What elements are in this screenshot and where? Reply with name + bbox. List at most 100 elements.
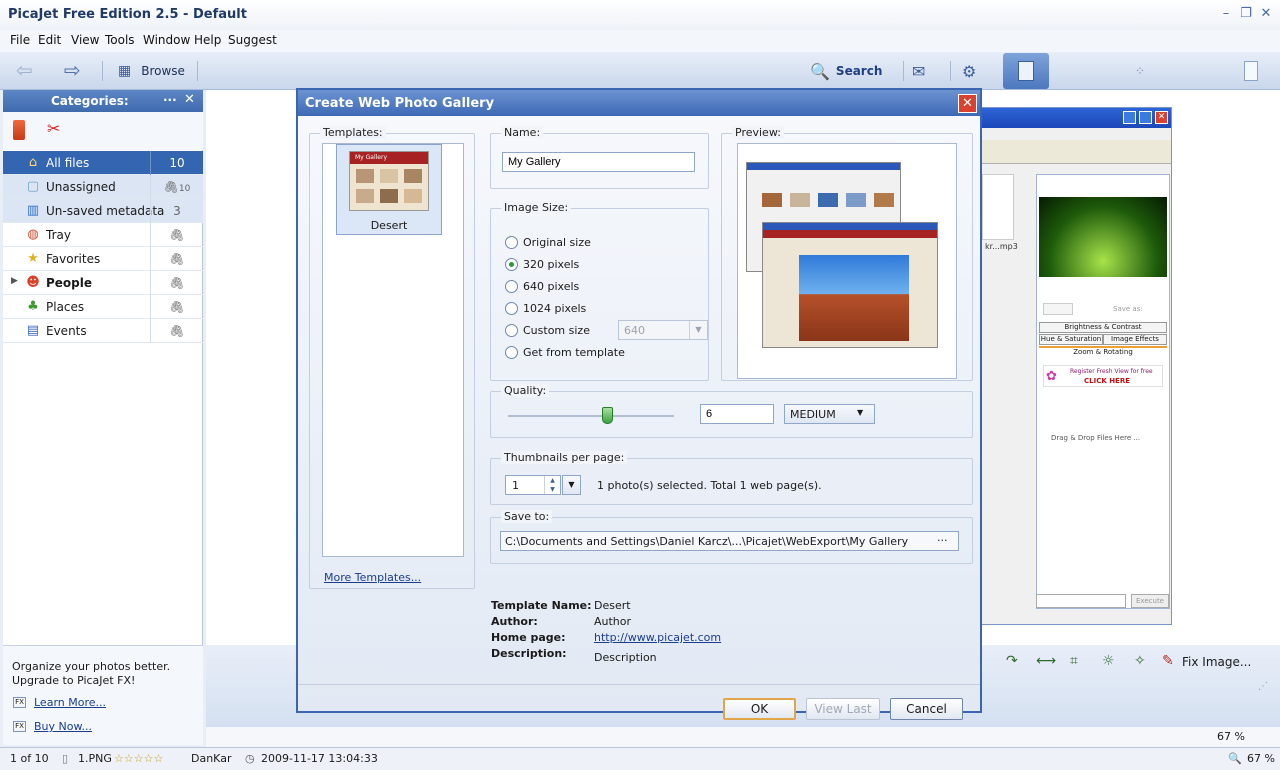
size-original-radio[interactable]: Original size <box>505 234 591 250</box>
size-640-radio[interactable]: 640 pixels <box>505 278 579 294</box>
toolbar-separator <box>950 61 951 81</box>
dialog-body: Templates: My Gallery Desert More Templa <box>298 116 980 720</box>
gallery-name-input[interactable] <box>502 152 695 172</box>
toolbar-separator <box>102 61 103 81</box>
close-panel-icon[interactable]: ✕ <box>184 92 195 107</box>
search-label: Search <box>835 64 883 78</box>
thumbnails-dropdown-button[interactable]: ▼ <box>562 475 581 495</box>
search-button[interactable]: 🔍 Search <box>810 60 882 82</box>
quality-slider-track[interactable] <box>508 407 674 424</box>
preview-window-front <box>762 222 938 348</box>
view-last-button[interactable]: View Last <box>806 698 880 720</box>
sun-icon[interactable]: ☼ <box>1102 653 1115 669</box>
category-places[interactable]: ♣ Places 🖇 <box>3 295 203 319</box>
custom-size-value: 640 <box>624 324 645 337</box>
quality-value-input[interactable] <box>700 404 774 424</box>
panel-toggle-icon[interactable] <box>1244 61 1258 81</box>
status-zoom: 67 % <box>1247 752 1275 765</box>
menu-suggest[interactable]: Suggest <box>228 33 277 47</box>
rating-stars[interactable]: ☆☆☆☆☆ <box>114 752 163 765</box>
crop-icon[interactable]: ⌗ <box>1070 653 1078 669</box>
homepage-link[interactable]: http://www.picajet.com <box>594 631 721 644</box>
cancel-button[interactable]: Cancel <box>890 698 963 720</box>
film-reel-icon[interactable]: ⚙ <box>962 60 976 82</box>
brush-icon[interactable]: ✎ <box>1162 653 1174 669</box>
category-all-files[interactable]: ⌂ All files 10 <box>3 151 203 175</box>
magic-wand-icon[interactable]: ✧ <box>1134 653 1146 669</box>
email-icon[interactable]: ✉ <box>912 60 925 82</box>
forward-arrow-icon[interactable]: ⇨ <box>64 60 81 80</box>
menu-help[interactable]: Help <box>194 33 221 47</box>
quality-level-dropdown[interactable]: MEDIUM ▼ <box>784 404 875 424</box>
preview-image <box>737 143 957 379</box>
fx-icon: FX <box>13 697 26 708</box>
minimize-icon[interactable]: – <box>1218 6 1234 22</box>
browse-label: Browse <box>141 64 185 78</box>
category-unsaved-metadata[interactable]: ▥ Un-saved metadata 3 <box>3 199 203 223</box>
bg-close-icon: ✕ <box>1155 111 1168 124</box>
save-to-path-field[interactable]: C:\Documents and Settings\Daniel Karcz\.… <box>500 531 959 551</box>
template-item-desert[interactable]: My Gallery Desert <box>336 144 442 235</box>
category-favorites[interactable]: ★ Favorites 🖇 <box>3 247 203 271</box>
view-mode-active-button[interactable] <box>1003 53 1049 89</box>
bg-effects-tab: Image Effects <box>1103 334 1167 345</box>
bars-icon: ▥ <box>26 203 40 218</box>
rotate-icon[interactable]: ↷ <box>1006 653 1018 669</box>
menu-edit[interactable]: Edit <box>38 33 61 47</box>
buy-now-link[interactable]: Buy Now... <box>34 720 92 733</box>
ok-button[interactable]: OK <box>723 698 796 720</box>
menu-file[interactable]: File <box>10 33 30 47</box>
app-title-bar: PicaJet Free Edition 2.5 - Default – ❐ ✕ <box>0 0 1280 30</box>
expand-arrow-icon[interactable]: ▶ <box>11 276 18 286</box>
new-category-icon[interactable] <box>13 120 25 140</box>
resize-grip-icon[interactable]: ⋰ <box>1258 681 1268 692</box>
spinner-arrows-icon[interactable]: ▲ ▼ <box>544 476 560 494</box>
category-label: Unassigned <box>46 180 116 194</box>
learn-more-link[interactable]: Learn More... <box>34 696 106 709</box>
more-options-icon[interactable]: ··· <box>163 93 177 107</box>
browse-folder-button[interactable]: ··· <box>937 534 948 547</box>
delete-scissors-icon[interactable]: ✂ <box>47 119 60 138</box>
star-icon: ★ <box>27 251 39 266</box>
category-tray[interactable]: ◍ Tray 🖇 <box>3 223 203 247</box>
category-label: All files <box>46 156 90 170</box>
size-1024-radio[interactable]: 1024 pixels <box>505 300 586 316</box>
radio-label: 320 pixels <box>523 257 580 271</box>
more-templates-link[interactable]: More Templates... <box>324 571 421 584</box>
categories-toolbar: ✂ <box>3 112 203 150</box>
thumbnails-info: 1 photo(s) selected. Total 1 web page(s)… <box>597 479 822 492</box>
menu-view[interactable]: View <box>71 33 99 47</box>
category-people[interactable]: ▶ ☻ People 🖇 <box>3 271 203 295</box>
flower-icon: ✿ <box>1046 369 1057 384</box>
grid-view-icon[interactable]: ⁘ <box>1135 60 1145 82</box>
browse-button[interactable]: ▦ Browse <box>118 60 185 82</box>
size-custom-radio[interactable]: Custom size <box>505 322 590 338</box>
radio-circle <box>505 235 518 249</box>
category-unassigned[interactable]: ▢ Unassigned 🖇10 <box>3 175 203 199</box>
menu-tools[interactable]: Tools <box>105 33 135 47</box>
thumb-cell <box>380 169 398 183</box>
paperclip-icon: 🖇 <box>150 295 203 319</box>
image-size-label: Image Size: <box>501 201 572 214</box>
close-icon[interactable]: ✕ <box>1258 6 1274 22</box>
flip-icon[interactable]: ⟷ <box>1036 653 1056 669</box>
dialog-close-icon[interactable]: ✕ <box>958 94 977 113</box>
fix-image-button[interactable]: Fix Image... <box>1182 655 1251 669</box>
category-label: Places <box>46 300 85 314</box>
toolbar-separator <box>903 61 904 81</box>
quality-slider-thumb[interactable] <box>601 407 613 424</box>
radio-circle <box>505 301 518 315</box>
custom-size-dropdown[interactable]: 640 ▼ <box>618 320 708 340</box>
upgrade-promo: Organize your photos better. Upgrade to … <box>3 645 203 745</box>
restore-icon[interactable]: ❐ <box>1238 6 1254 22</box>
dialog-title: Create Web Photo Gallery <box>305 96 495 111</box>
size-320-radio[interactable]: 320 pixels <box>505 256 579 272</box>
size-template-radio[interactable]: Get from template <box>505 344 625 360</box>
category-events[interactable]: ▤ Events 🖇 <box>3 319 203 343</box>
people-icon: ☻ <box>26 275 40 290</box>
thumbnails-spinner[interactable]: 1 ▲ ▼ <box>505 475 561 495</box>
back-arrow-icon[interactable]: ⇦ <box>16 60 33 80</box>
file-icon: ▯ <box>62 752 69 765</box>
menu-window[interactable]: Window <box>143 33 190 47</box>
description-value: Description <box>594 651 657 664</box>
